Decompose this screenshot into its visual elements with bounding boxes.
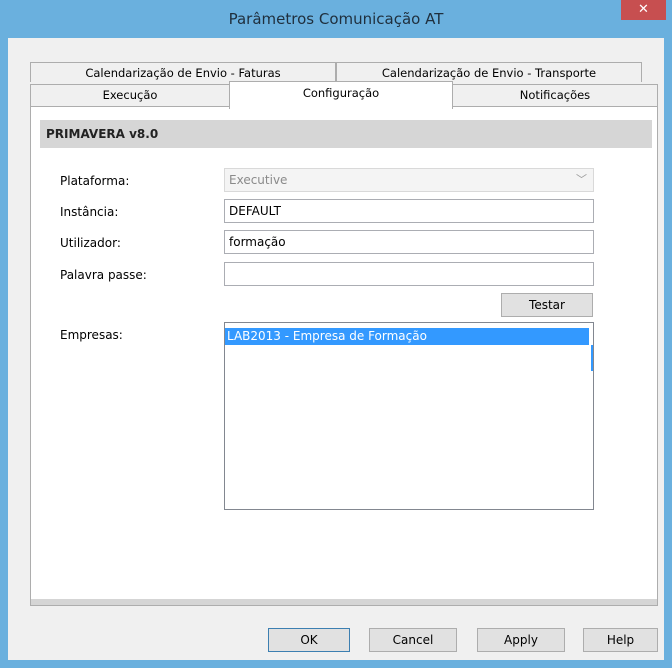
tab-configuracao[interactable]: Configuração	[229, 81, 453, 109]
window-title: Parâmetros Comunicação AT	[228, 10, 444, 28]
chevron-down-icon: ﹀	[576, 173, 587, 186]
dialog-window: Parâmetros Comunicação AT ✕ Calendarizaç…	[0, 0, 672, 668]
utilizador-label: Utilizador:	[60, 236, 121, 250]
title-bar[interactable]: Parâmetros Comunicação AT ✕	[0, 0, 672, 38]
cancel-button[interactable]: Cancel	[369, 628, 457, 652]
tab-calendarizacao-transporte[interactable]: Calendarização de Envio - Transporte	[336, 62, 642, 82]
dialog-client-area: Calendarização de Envio - Faturas Calend…	[8, 38, 664, 660]
apply-button[interactable]: Apply	[477, 628, 565, 652]
tab-execucao[interactable]: Execução	[30, 84, 230, 106]
panel-bottom-strip	[31, 599, 657, 605]
palavra-passe-label: Palavra passe:	[60, 268, 147, 282]
button-bar: OK Cancel Apply Help	[8, 614, 664, 660]
list-selection-edge	[591, 345, 593, 371]
help-button[interactable]: Help	[583, 628, 658, 652]
section-title: PRIMAVERA v8.0	[46, 127, 159, 141]
instancia-input[interactable]: DEFAULT	[224, 199, 594, 223]
empresas-label: Empresas:	[60, 328, 123, 342]
empresas-listbox[interactable]: LAB2013 - Empresa de Formação	[224, 322, 594, 510]
palavra-passe-input[interactable]	[224, 262, 594, 286]
tab-notificacoes[interactable]: Notificações	[452, 84, 658, 106]
section-header: PRIMAVERA v8.0	[40, 120, 652, 148]
plataforma-value: Executive	[229, 173, 288, 187]
utilizador-input[interactable]: formação	[224, 230, 594, 254]
instancia-label: Instância:	[60, 205, 119, 219]
testar-button[interactable]: Testar	[501, 293, 593, 317]
tab-calendarizacao-faturas[interactable]: Calendarização de Envio - Faturas	[30, 62, 336, 82]
configuracao-panel: PRIMAVERA v8.0 Plataforma: Executive ﹀ I…	[30, 106, 658, 606]
ok-button[interactable]: OK	[268, 628, 350, 652]
plataforma-select[interactable]: Executive ﹀	[224, 168, 594, 192]
close-icon: ✕	[638, 2, 649, 17]
plataforma-label: Plataforma:	[60, 174, 130, 188]
list-item[interactable]: LAB2013 - Empresa de Formação	[225, 328, 589, 345]
close-button[interactable]: ✕	[621, 0, 666, 20]
